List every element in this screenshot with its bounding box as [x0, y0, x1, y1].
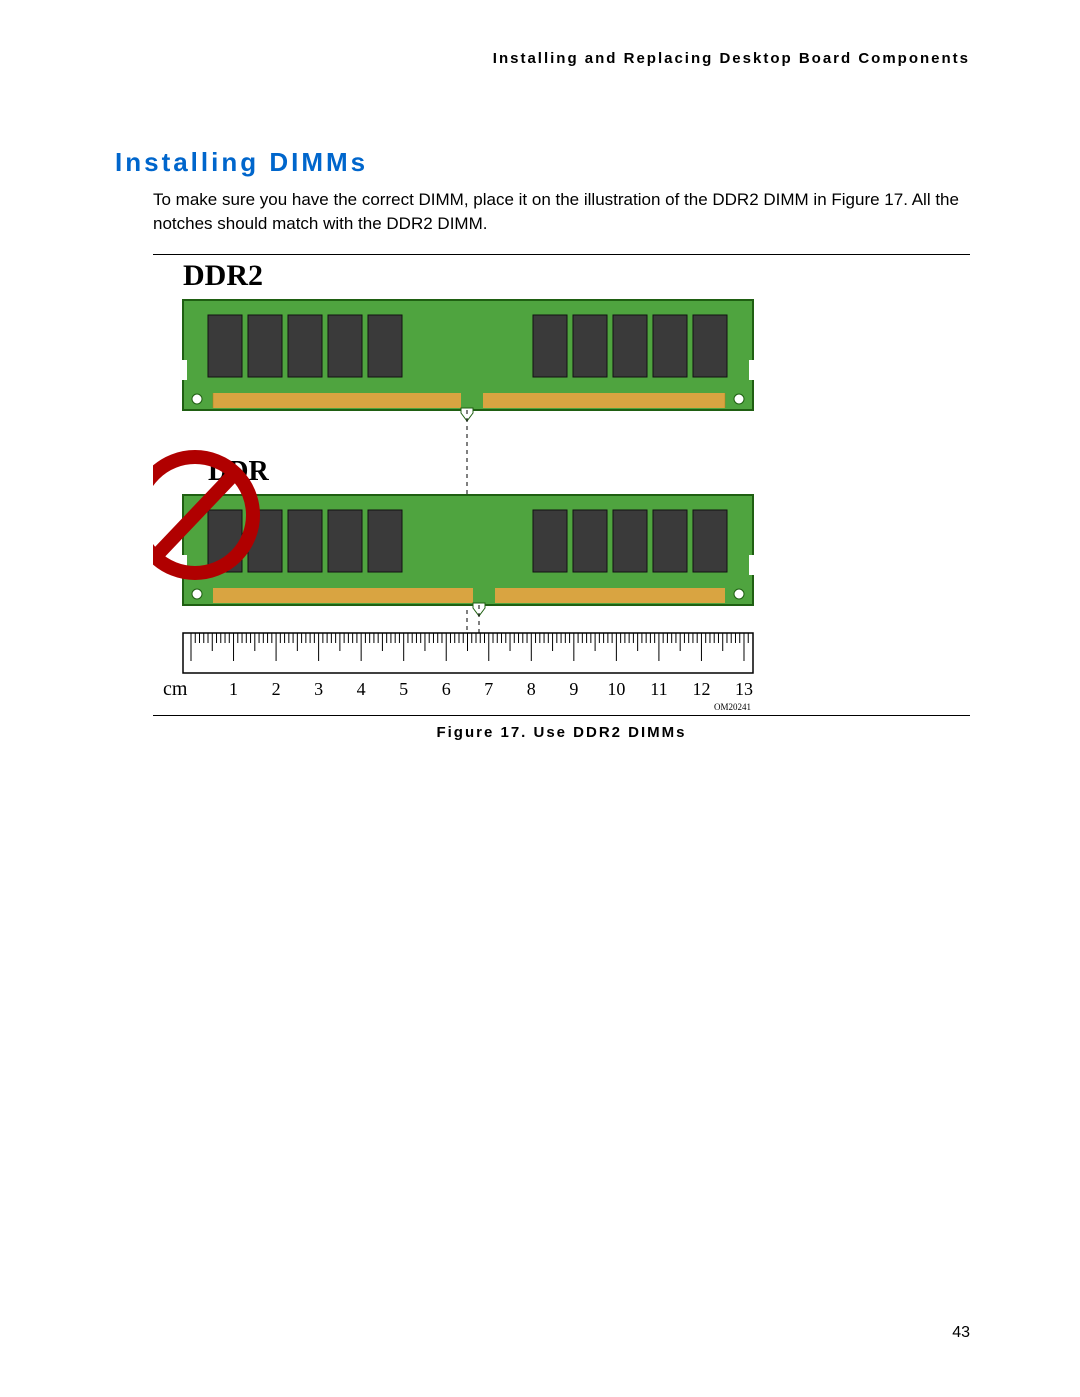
ruler-mark: 7: [484, 679, 493, 699]
ddr-module: [181, 495, 755, 616]
section-title: Installing DIMMs: [115, 147, 970, 178]
ruler-mark: 12: [692, 679, 710, 699]
ddr2-module: [181, 300, 755, 421]
ruler-mark: 8: [527, 679, 536, 699]
figure-17: DDR2: [153, 254, 970, 716]
figure-caption: Figure 17. Use DDR2 DIMMs: [153, 724, 970, 741]
intro-paragraph: To make sure you have the correct DIMM, …: [153, 188, 970, 236]
page-number: 43: [952, 1324, 970, 1342]
om-code: OM20241: [714, 702, 751, 712]
ruler-mark: 3: [314, 679, 323, 699]
ruler-mark: 9: [569, 679, 578, 699]
ruler-mark: 1: [229, 679, 238, 699]
running-head: Installing and Replacing Desktop Board C…: [115, 50, 970, 67]
ruler-mark: 2: [272, 679, 281, 699]
ddr2-label: DDR2: [183, 259, 263, 292]
ruler-mark: 11: [650, 679, 667, 699]
ruler-mark: 10: [607, 679, 625, 699]
dimm-illustration: DDR2: [153, 255, 773, 715]
ruler-mark: 4: [357, 679, 366, 699]
ruler-unit: cm: [163, 678, 188, 700]
ruler-mark: 13: [735, 679, 753, 699]
ruler: cm 12345678910111213 OM20241: [163, 633, 753, 712]
ruler-mark: 6: [442, 679, 451, 699]
ruler-mark: 5: [399, 679, 408, 699]
